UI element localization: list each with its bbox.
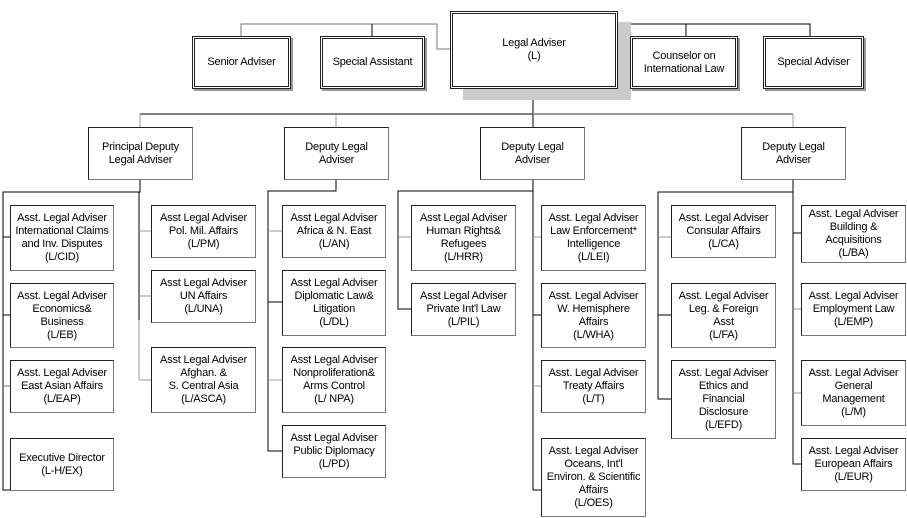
legal-adviser-box: Legal Adviser (L)	[450, 11, 618, 89]
office-box-hrr: Asst Legal Adviser Human Rights& Refugee…	[411, 205, 516, 271]
office-box-t: Asst. Legal Adviser Treaty Affairs (L/T)	[541, 360, 646, 413]
office-box-una: Asst Legal Adviser UN Affairs (L/UNA)	[151, 270, 256, 323]
special-assistant-box: Special Assistant	[320, 36, 425, 89]
office-box-emp: Asst. Legal Adviser Employment Law (L/EM…	[801, 283, 906, 336]
deputy-legal-adviser-box: Deputy Legal Adviser	[741, 127, 846, 180]
deputy-legal-adviser-box: Deputy Legal Adviser	[284, 127, 389, 180]
office-box-fa: Asst. Legal Adviser Leg. & Foreign Asst …	[671, 283, 776, 348]
office-box-pd: Asst Legal Adviser Public Diplomacy (L/P…	[282, 425, 386, 478]
senior-adviser-box: Senior Adviser	[192, 36, 291, 89]
office-box-ca: Asst. Legal Adviser Consular Affairs (L/…	[671, 205, 776, 258]
office-box-ex: Executive Director (L-H/EX)	[10, 438, 114, 491]
office-box-asca: Asst Legal Adviser Afghan. & S. Central …	[151, 347, 256, 413]
office-box-ba: Asst. Legal Adviser Building & Acquisiti…	[801, 205, 906, 263]
office-box-an: Asst Legal Adviser Africa & N. East (L/A…	[282, 205, 386, 258]
office-box-dl: Asst Legal Adviser Diplomatic Law& Litig…	[282, 270, 386, 336]
office-box-efd: Asst. Legal Adviser Ethics and Financial…	[671, 360, 776, 439]
office-box-eb: Asst. Legal Adviser Economics& Business …	[10, 283, 114, 348]
office-box-cid: Asst. Legal Adviser International Claims…	[10, 205, 114, 271]
principal-deputy-box: Principal Deputy Legal Adviser	[88, 127, 193, 180]
office-box-pm: Asst Legal Adviser Pol. Mil. Affairs (L/…	[151, 205, 256, 258]
office-box-eur: Asst. Legal Adviser European Affairs (L/…	[801, 438, 906, 491]
office-box-npa: Asst Legal Adviser Nonproliferation& Arm…	[282, 347, 386, 413]
office-box-wha: Asst. Legal Adviser W. Hemisphere Affair…	[541, 283, 646, 348]
special-adviser-box: Special Adviser	[763, 36, 864, 89]
deputy-legal-adviser-box: Deputy Legal Adviser	[480, 127, 585, 180]
office-box-pil: Asst Legal Adviser Private Int'l Law (L/…	[411, 283, 516, 336]
office-box-m: Asst. Legal Adviser General Management (…	[801, 360, 906, 426]
counselor-international-law-box: Counselor on International Law	[630, 36, 738, 89]
office-box-lei: Asst. Legal Adviser Law Enforcement* Int…	[541, 205, 646, 271]
office-box-eap: Asst. Legal Adviser East Asian Affairs (…	[10, 360, 114, 413]
office-box-oes: Asst. Legal Adviser Oceans, Int'l Enviro…	[541, 438, 646, 517]
